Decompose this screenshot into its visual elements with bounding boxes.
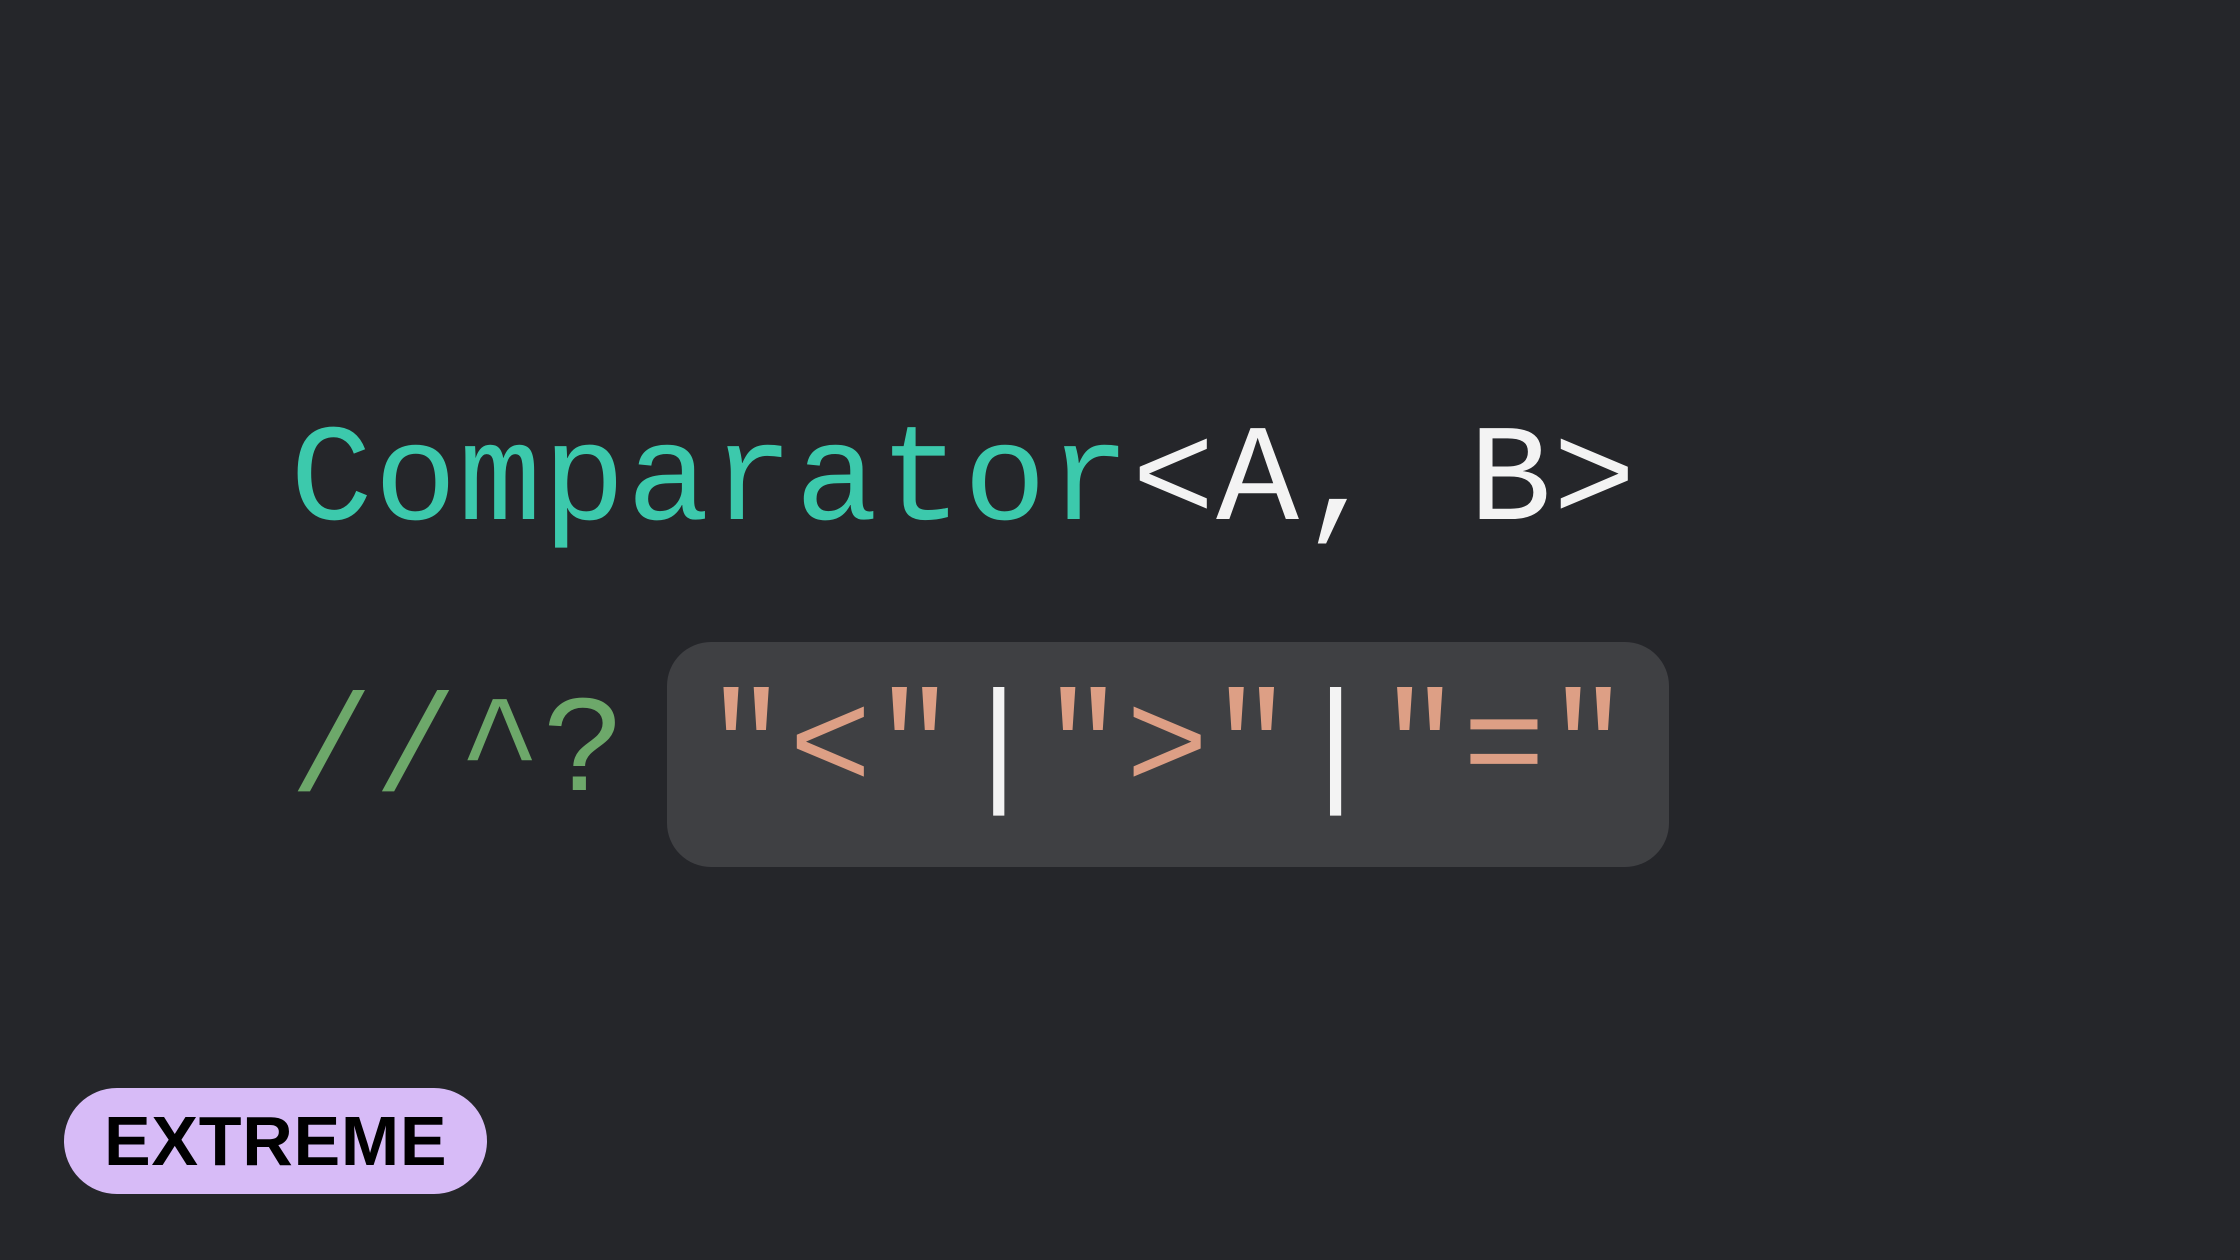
quote-icon: ": [1042, 648, 1126, 855]
type-param-b: B: [1469, 380, 1553, 587]
quote-icon: ": [1210, 648, 1294, 855]
gt-literal: >: [1126, 648, 1210, 855]
quote-icon: ": [873, 648, 957, 855]
comma: ,: [1300, 380, 1468, 587]
angle-close: >: [1553, 380, 1637, 587]
quote-icon: ": [1378, 648, 1462, 855]
union-pipe: |: [957, 648, 1041, 855]
eq-literal: =: [1463, 648, 1547, 855]
difficulty-badge: EXTREME: [64, 1088, 487, 1194]
code-block: Comparator<A, B> //^? "<"|">"|"=": [290, 380, 1669, 867]
quote-icon: ": [705, 648, 789, 855]
code-line-1: Comparator<A, B>: [290, 380, 1669, 587]
quote-icon: ": [1547, 648, 1631, 855]
union-pipe: |: [1294, 648, 1378, 855]
type-identifier: Comparator: [290, 380, 1132, 587]
twoslash-comment: //^?: [290, 651, 627, 858]
type-result-box: "<"|">"|"=": [667, 642, 1669, 867]
type-param-a: A: [1216, 380, 1300, 587]
lt-literal: <: [789, 648, 873, 855]
angle-open: <: [1132, 380, 1216, 587]
code-line-2: //^? "<"|">"|"=": [290, 642, 1669, 867]
